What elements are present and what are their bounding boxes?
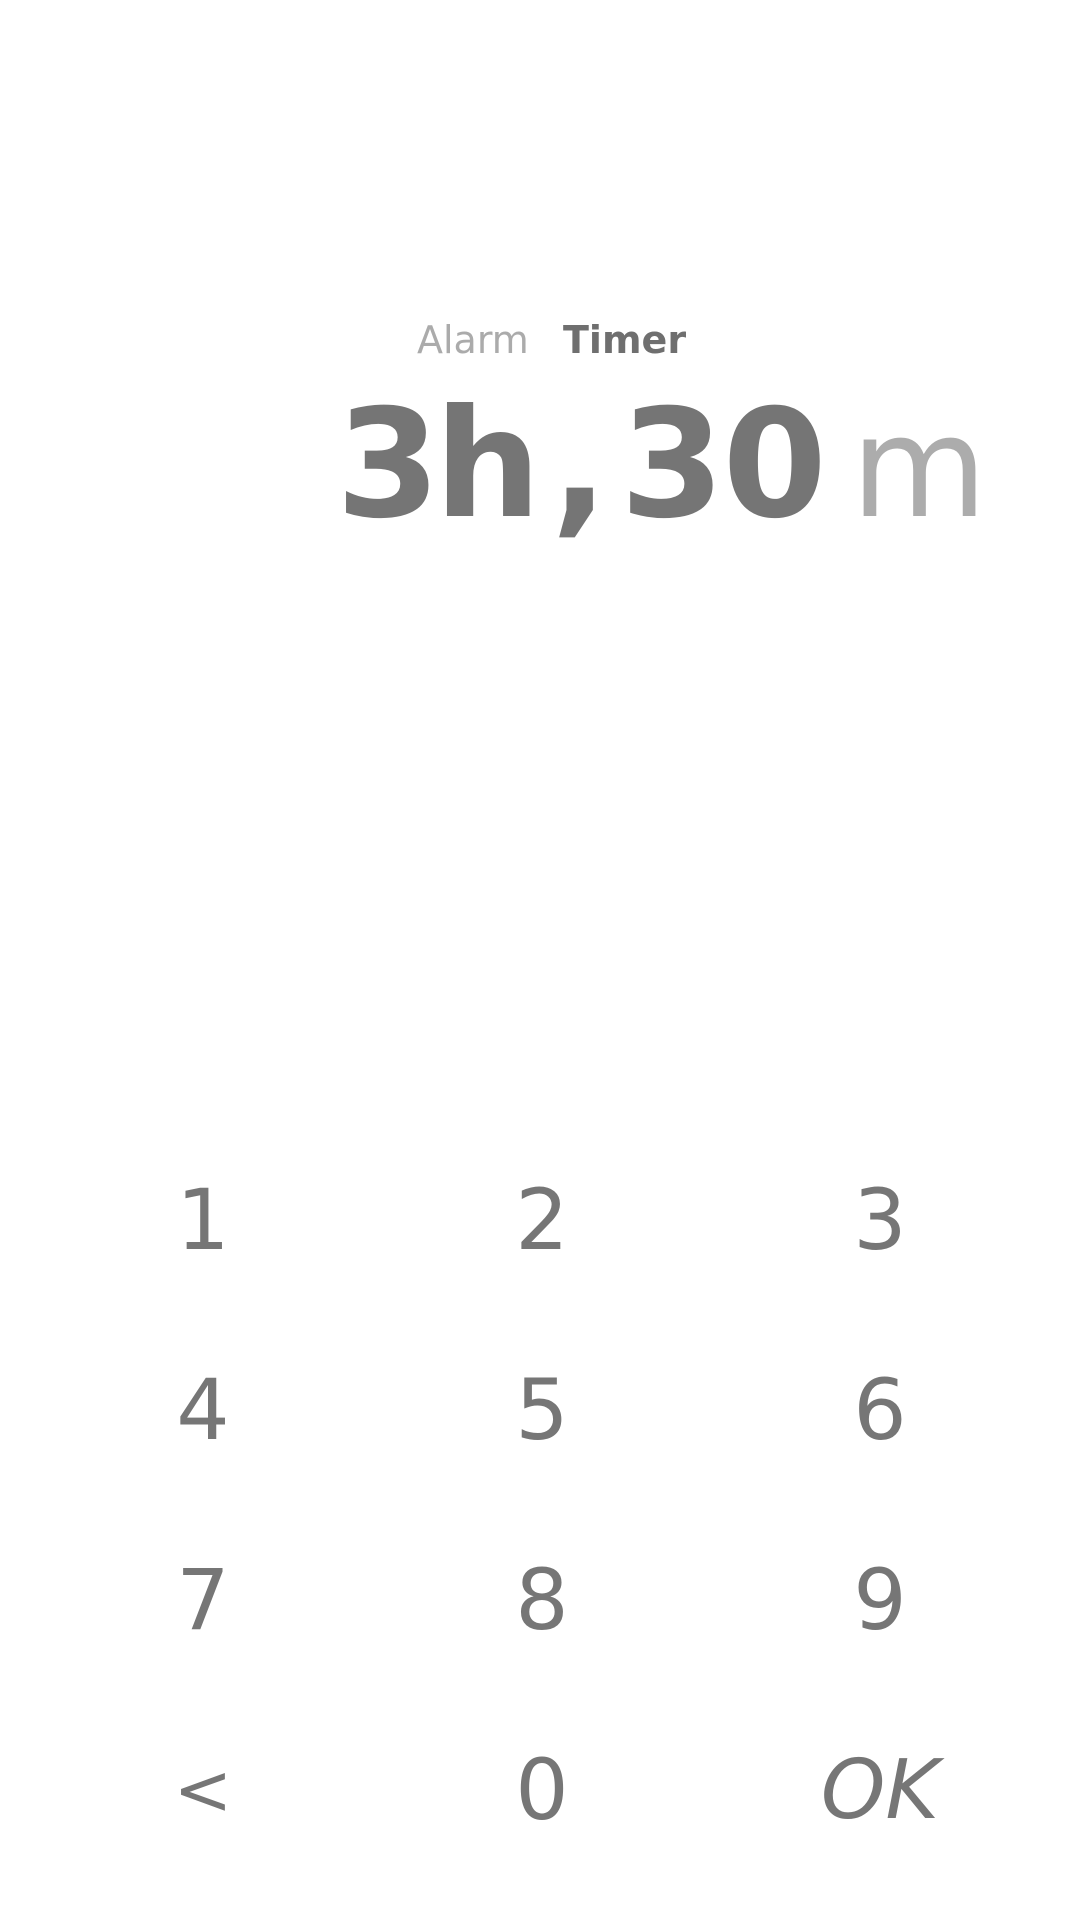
time-display: 3h,30 m xyxy=(336,375,987,555)
key-3[interactable]: 3 xyxy=(770,1145,990,1295)
tab-alarm[interactable]: Alarm xyxy=(417,310,529,370)
key-2[interactable]: 2 xyxy=(432,1145,652,1295)
key-9[interactable]: 9 xyxy=(770,1525,990,1675)
key-1[interactable]: 1 xyxy=(93,1145,313,1295)
hours-unit: h xyxy=(434,378,541,552)
mode-tabs: Alarm Timer xyxy=(0,310,1080,370)
minutes-value: 30 xyxy=(620,378,827,552)
backspace-button[interactable]: < xyxy=(93,1715,313,1865)
key-6[interactable]: 6 xyxy=(770,1335,990,1485)
key-5[interactable]: 5 xyxy=(432,1335,652,1485)
key-4[interactable]: 4 xyxy=(93,1335,313,1485)
ok-button[interactable]: OK xyxy=(770,1715,990,1865)
hours-value: 3 xyxy=(336,378,440,552)
tab-timer[interactable]: Timer xyxy=(563,310,686,370)
key-7[interactable]: 7 xyxy=(93,1525,313,1675)
key-0[interactable]: 0 xyxy=(432,1715,652,1865)
time-separator: , xyxy=(551,378,608,552)
minutes-unit: m xyxy=(850,387,987,550)
numeric-keypad: 1 2 3 4 5 6 7 8 9 < 0 OK xyxy=(0,1145,1080,1905)
key-8[interactable]: 8 xyxy=(432,1525,652,1675)
